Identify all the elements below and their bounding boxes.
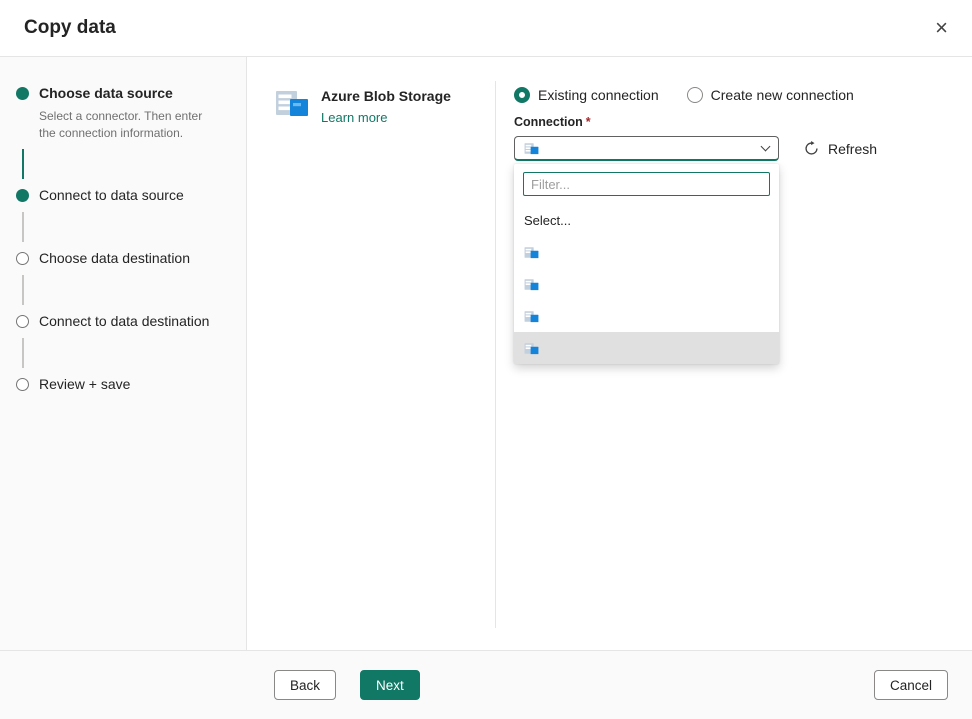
next-button[interactable]: Next	[360, 670, 420, 700]
step-pending-icon	[16, 251, 29, 265]
dialog-body: Choose data source Select a connector. T…	[0, 57, 972, 650]
connection-field-label: Connection *	[514, 115, 948, 130]
step-connector	[22, 211, 24, 242]
radio-label: Existing connection	[538, 87, 659, 103]
step-choose-data-destination: Choose data destination	[16, 249, 230, 268]
connection-mode-radios: Existing connection Create new connectio…	[514, 85, 948, 105]
azure-blob-storage-icon	[524, 310, 539, 322]
radio-create-new-connection[interactable]: Create new connection	[686, 87, 854, 103]
step-choose-data-source[interactable]: Choose data source Select a connector. T…	[16, 84, 230, 142]
copy-data-dialog: Copy data × Choose data source Select a …	[0, 0, 972, 719]
refresh-icon	[805, 141, 818, 155]
dialog-footer: Back Next Cancel	[0, 650, 972, 719]
connection-dropdown-wrap: Select...	[514, 136, 779, 364]
page-title: Copy data	[24, 17, 116, 38]
dropdown-option-highlighted[interactable]	[514, 332, 779, 364]
azure-blob-storage-icon	[524, 278, 539, 290]
connection-combobox[interactable]	[514, 136, 779, 161]
chevron-down-icon	[760, 141, 771, 151]
step-pending-icon	[16, 377, 29, 391]
step-complete-icon	[16, 188, 29, 202]
step-label: Choose data destination	[39, 249, 190, 266]
step-connector	[22, 274, 24, 305]
step-label: Connect to data destination	[39, 312, 210, 329]
step-label: Connect to data source	[39, 186, 184, 203]
connection-form: Existing connection Create new connectio…	[496, 57, 972, 650]
azure-blob-storage-icon	[524, 342, 539, 354]
required-marker: *	[585, 115, 591, 129]
dropdown-option-select[interactable]: Select...	[514, 204, 779, 236]
filter-input[interactable]	[523, 172, 770, 196]
step-description: Select a connector. Then enter the conne…	[39, 109, 203, 140]
radio-existing-connection[interactable]: Existing connection	[514, 87, 659, 103]
azure-blob-storage-icon	[524, 246, 539, 258]
filter-wrap	[514, 172, 779, 204]
learn-more-link[interactable]: Learn more	[321, 110, 387, 125]
field-label-text: Connection	[514, 115, 583, 129]
step-review-save: Review + save	[16, 375, 230, 394]
step-pending-icon	[16, 314, 29, 328]
close-icon: ×	[935, 15, 948, 40]
radio-unselected-icon	[686, 87, 703, 103]
connector-info: Azure Blob Storage Learn more	[247, 57, 495, 650]
cancel-button[interactable]: Cancel	[873, 670, 948, 700]
close-button[interactable]: ×	[935, 17, 948, 39]
azure-blob-storage-icon	[276, 91, 308, 116]
back-button[interactable]: Back	[274, 670, 337, 700]
refresh-button[interactable]: Refresh	[804, 141, 877, 157]
step-connect-data-source[interactable]: Connect to data source	[16, 186, 230, 205]
radio-selected-icon	[514, 87, 530, 103]
connection-dropdown-panel: Select...	[514, 164, 779, 364]
dropdown-option[interactable]	[514, 268, 779, 300]
step-label: Choose data source	[39, 85, 173, 101]
step-label: Review + save	[39, 375, 131, 392]
azure-blob-storage-icon	[524, 142, 539, 154]
wizard-stepper: Choose data source Select a connector. T…	[0, 57, 247, 650]
connector-name: Azure Blob Storage	[321, 88, 451, 104]
step-connector	[22, 148, 24, 179]
main-content: Azure Blob Storage Learn more Existing c…	[247, 57, 972, 650]
radio-label: Create new connection	[710, 87, 854, 103]
step-connect-data-destination: Connect to data destination	[16, 312, 230, 331]
step-connector	[22, 337, 24, 368]
step-complete-icon	[16, 87, 29, 100]
dialog-header: Copy data ×	[0, 0, 972, 57]
dropdown-option[interactable]	[514, 236, 779, 268]
connection-combo-row: Select...	[514, 136, 948, 364]
dropdown-option[interactable]	[514, 300, 779, 332]
refresh-label: Refresh	[828, 140, 878, 157]
